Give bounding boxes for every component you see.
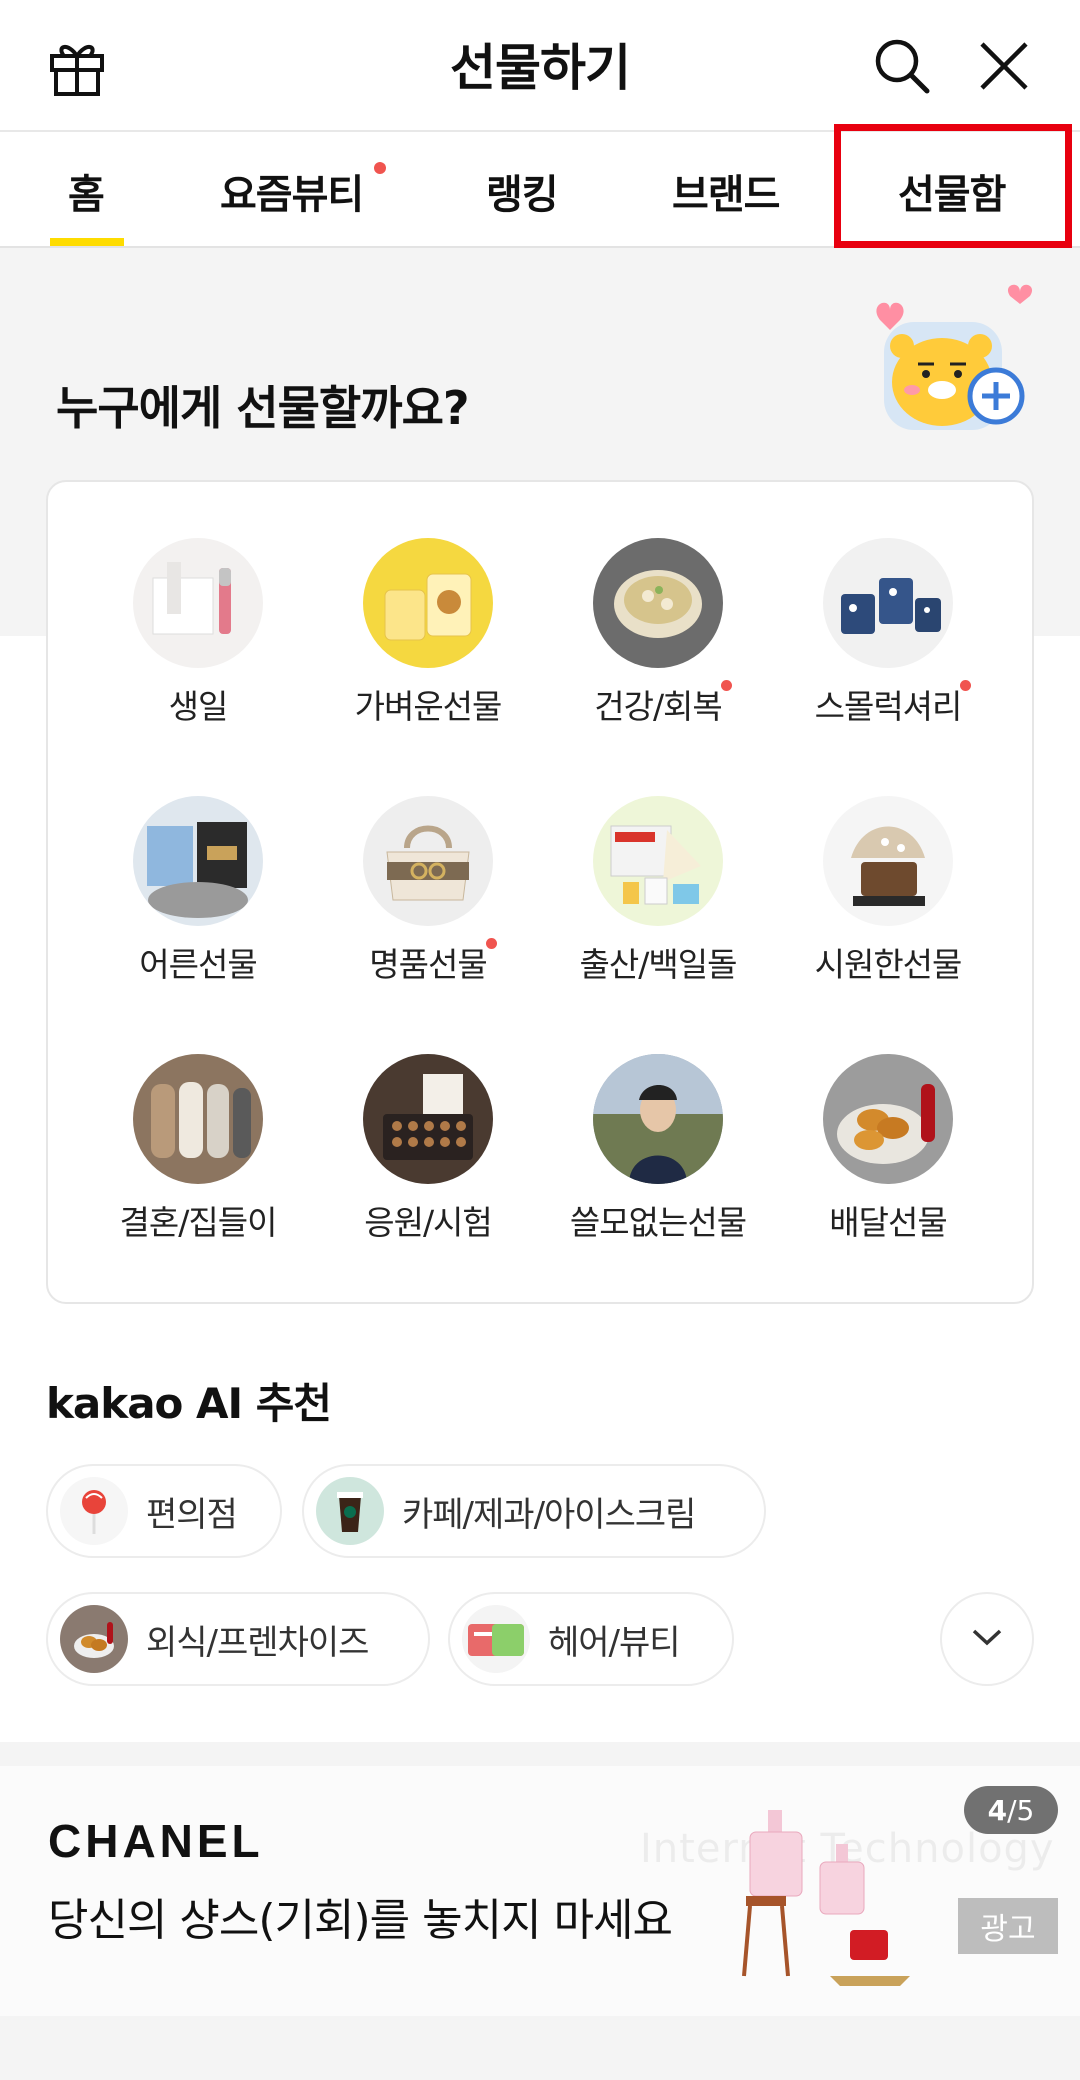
category-card: 생일 가벼운선물 건강/회복 스몰럭셔리 어른선물 명품선물 출산/백일돌 시원… [46, 480, 1034, 1304]
coffee-cup-icon [316, 1477, 384, 1545]
new-dot [720, 680, 732, 691]
category-thumbnail [593, 538, 723, 668]
food-icon [60, 1605, 128, 1673]
category-label: 건강/회복 [594, 680, 732, 728]
category-cool-gift[interactable]: 시원한선물 [788, 796, 988, 986]
category-label: 가벼운선물 [354, 687, 503, 726]
close-icon[interactable] [974, 36, 1034, 96]
category-label: 응원/시험 [364, 1203, 493, 1242]
chip-label: 카페/제과/아이스크림 [402, 1494, 696, 1535]
category-label: 결혼/집들이 [119, 1203, 278, 1242]
category-baby[interactable]: 출산/백일돌 [558, 796, 758, 986]
ai-title-suffix: 추천 [242, 1379, 332, 1428]
ad-badge: 광고 [958, 1898, 1058, 1954]
chip-label: 편의점 [146, 1494, 238, 1535]
bottom-spacer [0, 2016, 1080, 2080]
chip-cafe-bakery[interactable]: 카페/제과/아이스크림 [302, 1464, 766, 1558]
category-thumbnail [133, 538, 263, 668]
category-delivery-gift[interactable]: 배달선물 [788, 1054, 988, 1244]
add-friend-character-icon[interactable] [860, 278, 1040, 438]
section-divider [0, 1742, 1080, 1766]
chevron-down-icon [970, 1627, 1004, 1651]
category-thumbnail [133, 1054, 263, 1184]
category-health[interactable]: 건강/회복 [558, 538, 758, 728]
banner-copy: 당신의 샹스(기회)를 놓치지 마세요 [48, 1895, 673, 1946]
app-header: 선물하기 [0, 0, 1080, 130]
tab-trending-beauty[interactable]: 요즘뷰티 [220, 162, 364, 220]
category-birthday[interactable]: 생일 [98, 538, 298, 728]
category-label: 스몰럭셔리 [815, 680, 972, 728]
tab-brand[interactable]: 브랜드 [672, 162, 780, 220]
category-label: 어른선물 [139, 945, 257, 984]
section-headline: 누구에게 선물할까요? [56, 381, 470, 435]
category-thumbnail [823, 1054, 953, 1184]
category-thumbnail [363, 538, 493, 668]
ai-recommend-title: kakao AI 추천 [43, 1370, 332, 1431]
gift-card-icon [462, 1605, 530, 1673]
chip-label: 외식/프렌차이즈 [146, 1622, 369, 1663]
category-thumbnail [593, 796, 723, 926]
category-thumbnail [133, 796, 263, 926]
banner-page-counter: 4/5 [964, 1786, 1058, 1834]
category-thumbnail [363, 796, 493, 926]
new-dot [374, 162, 386, 174]
tab-ranking[interactable]: 랭킹 [486, 162, 559, 220]
lollipop-icon [60, 1477, 128, 1545]
category-label: 명품선물 [369, 938, 497, 986]
category-small-luxury[interactable]: 스몰럭셔리 [788, 538, 988, 728]
highlight-annotation [834, 124, 1072, 248]
category-cheer-exam[interactable]: 응원/시험 [328, 1054, 528, 1244]
perfume-product-image [740, 1780, 950, 2010]
category-thumbnail [823, 538, 953, 668]
category-label: 시원한선물 [814, 945, 963, 984]
category-thumbnail [823, 796, 953, 926]
chip-convenience-store[interactable]: 편의점 [46, 1464, 282, 1558]
search-icon[interactable] [872, 36, 932, 96]
new-dot [960, 680, 972, 691]
category-useless-gift[interactable]: 쓸모없는선물 [558, 1054, 758, 1244]
chip-label: 헤어/뷰티 [548, 1622, 681, 1663]
category-label: 배달선물 [829, 1203, 947, 1242]
banner-brand: CHANEL [48, 1815, 264, 1867]
category-luxury-gift[interactable]: 명품선물 [328, 796, 528, 986]
category-light-gift[interactable]: 가벼운선물 [328, 538, 528, 728]
chip-dining-franchise[interactable]: 외식/프렌차이즈 [46, 1592, 430, 1686]
expand-chips-button[interactable] [940, 1592, 1034, 1686]
category-label: 생일 [168, 687, 229, 726]
kakao-ai-brand: kakao AI [43, 1379, 245, 1428]
chip-hair-beauty[interactable]: 헤어/뷰티 [448, 1592, 734, 1686]
ad-banner[interactable]: Internet Technology CHANEL 당신의 샹스(기회)를 놓… [0, 1766, 1080, 2016]
category-elders-gift[interactable]: 어른선물 [98, 796, 298, 986]
active-tab-indicator [50, 238, 124, 246]
category-label: 쓸모없는선물 [569, 1203, 747, 1242]
category-thumbnail [363, 1054, 493, 1184]
category-wedding[interactable]: 결혼/집들이 [98, 1054, 298, 1244]
new-dot [485, 938, 497, 949]
category-thumbnail [593, 1054, 723, 1184]
category-label: 출산/백일돌 [579, 945, 738, 984]
tab-home[interactable]: 홈 [68, 162, 105, 220]
